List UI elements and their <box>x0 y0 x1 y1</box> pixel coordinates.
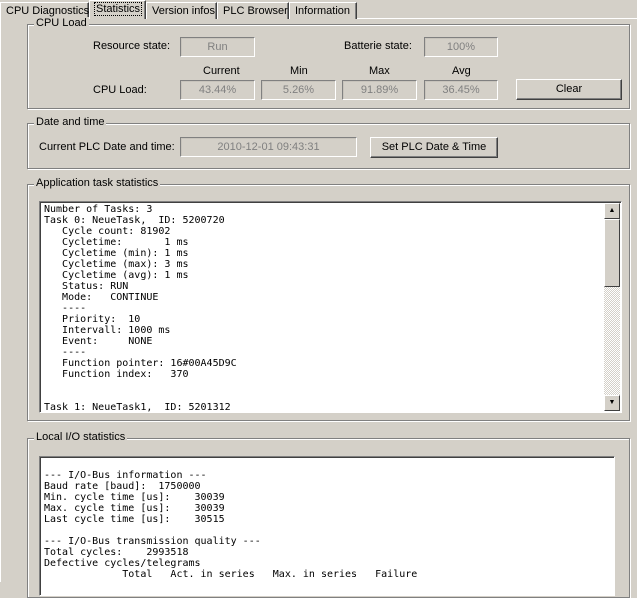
arrow-down-icon[interactable]: ▼ <box>604 395 620 411</box>
group-title: Local I/O statistics <box>34 431 128 443</box>
header-current: Current <box>203 65 240 77</box>
tab-plc-browser[interactable]: PLC Browser <box>217 2 289 19</box>
cpu-load-avg-field: 36.45% <box>424 80 498 100</box>
app-task-stats-textbox[interactable]: Number of Tasks: 3 Task 0: NeueTask, ID:… <box>39 201 622 413</box>
header-max: Max <box>369 65 390 77</box>
app-task-stats-text: Number of Tasks: 3 Task 0: NeueTask, ID:… <box>44 204 237 413</box>
tab-version-infos[interactable]: Version infos <box>146 2 217 19</box>
group-title: CPU Load <box>34 17 89 29</box>
arrow-up-icon[interactable]: ▲ <box>604 203 620 219</box>
cpu-load-min-field: 5.26% <box>261 80 336 100</box>
tab-statistics[interactable]: Statistics <box>89 0 146 19</box>
header-avg: Avg <box>452 65 471 77</box>
tab-information[interactable]: Information <box>289 2 357 19</box>
resource-state-label: Resource state: <box>93 40 171 52</box>
vertical-scrollbar[interactable]: ▲ ▼ <box>604 203 620 411</box>
clear-button[interactable]: Clear <box>516 79 622 100</box>
resource-state-field: Run <box>180 37 255 57</box>
batterie-state-label: Batterie state: <box>344 40 412 52</box>
plc-date-time-label: Current PLC Date and time: <box>39 141 175 153</box>
group-title: Date and time <box>34 116 107 128</box>
header-min: Min <box>290 65 308 77</box>
tab-label: Statistics <box>93 2 143 16</box>
cpu-load-label: CPU Load: <box>93 84 147 96</box>
plc-date-time-field: 2010-12-01 09:43:31 <box>180 137 357 157</box>
group-title: Application task statistics <box>34 177 161 189</box>
cpu-load-max-field: 91.89% <box>342 80 417 100</box>
local-io-stats-text: --- I/O-Bus information --- Baud rate [b… <box>44 470 418 580</box>
tab-bar: CPU Diagnostics Statistics Version infos… <box>0 0 637 19</box>
scrollbar-thumb[interactable] <box>604 219 620 287</box>
batterie-state-field: 100% <box>424 37 498 57</box>
cpu-load-current-field: 43.44% <box>180 80 255 100</box>
local-io-stats-textbox[interactable]: --- I/O-Bus information --- Baud rate [b… <box>39 456 615 596</box>
set-plc-date-time-button[interactable]: Set PLC Date & Time <box>370 137 498 158</box>
